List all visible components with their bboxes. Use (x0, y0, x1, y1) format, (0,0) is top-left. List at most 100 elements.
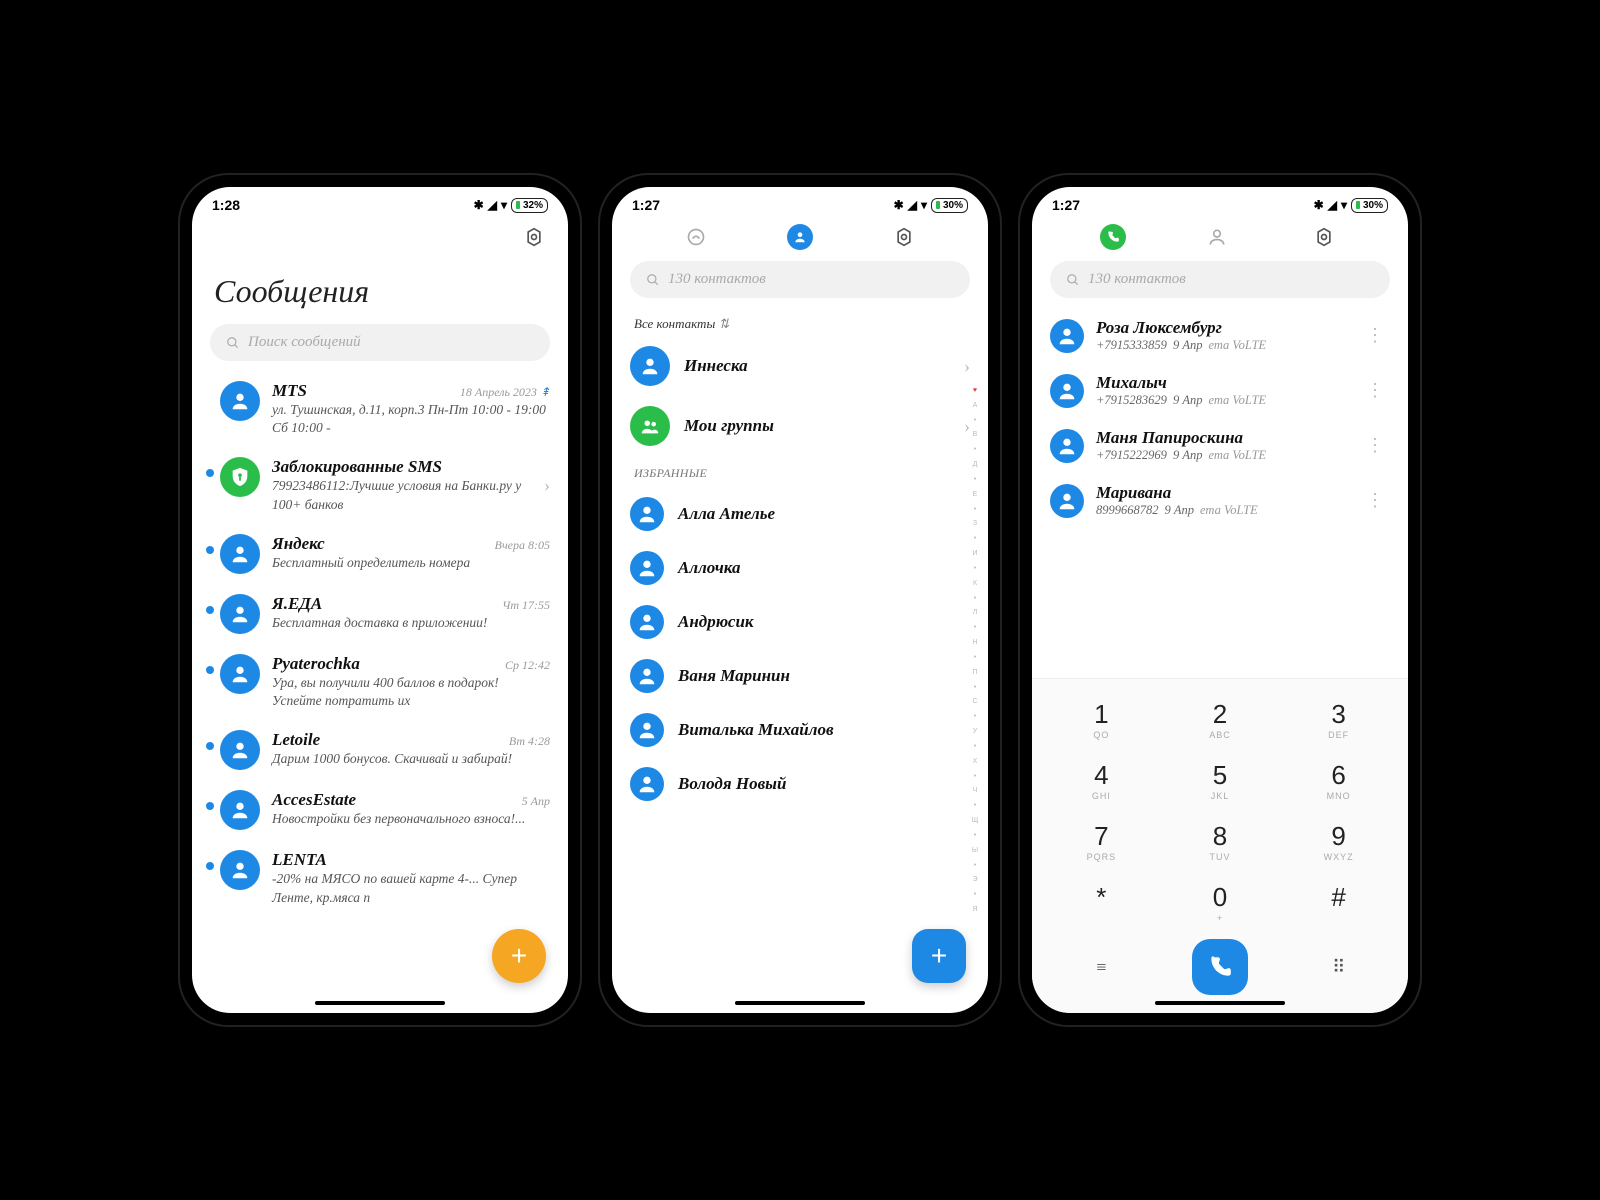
dial-key-6[interactable]: 6MNO (1279, 750, 1398, 811)
message-time: Вт 4:28 (509, 734, 550, 749)
avatar-icon (1050, 484, 1084, 518)
tab-bar (612, 217, 988, 257)
message-sender: Я.ЕДА (272, 594, 322, 614)
tab-contacts[interactable] (787, 224, 813, 250)
home-indicator[interactable] (1155, 1001, 1285, 1005)
status-bar: 1:28 ✱ ◢ ▾ 32% (192, 187, 568, 217)
message-row[interactable]: AccesEstate 5 АпрНовостройки без первонач… (220, 780, 550, 840)
avatar-icon (630, 406, 670, 446)
info-icon[interactable]: ⋮ (1360, 490, 1390, 511)
contact-row[interactable]: Аллочка (630, 541, 970, 595)
search-input[interactable]: 130 контактов (1050, 261, 1390, 298)
contact-name: Володя Новый (678, 774, 786, 794)
message-row[interactable]: Я.ЕДАЧт 17:55Бесплатная доставка в прило… (220, 584, 550, 644)
message-row[interactable]: MTS18 Апрель 2023 ⇞ул. Тушинская, д.11, … (220, 371, 550, 447)
call-row[interactable]: Михалыч+79152836299 Апрета VoLTE ⋮ (1050, 363, 1390, 418)
contact-row[interactable]: Алла Ателье (630, 487, 970, 541)
call-meta: +79152836299 Апрета VoLTE (1096, 393, 1348, 408)
call-meta: 89996687829 Апрета VoLTE (1096, 503, 1348, 518)
search-placeholder: 130 контактов (1088, 271, 1186, 288)
dial-key-8[interactable]: 8TUV (1161, 811, 1280, 872)
search-input[interactable]: 130 контактов (630, 261, 970, 298)
info-icon[interactable]: ⋮ (1360, 435, 1390, 456)
search-input[interactable]: Поиск сообщений (210, 324, 550, 361)
contact-name: Алла Ателье (678, 504, 775, 524)
dial-key-*[interactable]: * (1042, 872, 1161, 933)
contact-row[interactable]: Андрюсик (630, 595, 970, 649)
message-preview: ул. Тушинская, д.11, корп.3 Пн-Пт 10:00 … (272, 401, 550, 437)
phone-messages: 1:28 ✱ ◢ ▾ 32% Сообщения Поиск сообщений… (180, 175, 580, 1025)
contact-row[interactable]: Мои группы› (630, 396, 970, 456)
dial-key-4[interactable]: 4GHI (1042, 750, 1161, 811)
contact-name: Аллочка (678, 558, 740, 578)
call-button[interactable] (1192, 939, 1248, 995)
shield-icon (220, 457, 260, 497)
message-preview: Дарим 1000 бонусов. Скачивай и забирай! (272, 750, 550, 768)
battery-icon: 30% (931, 198, 968, 213)
chevron-right-icon: › (964, 356, 970, 377)
contact-row[interactable]: Иннеска › (630, 336, 970, 396)
contact-name: Виталька Михайлов (678, 720, 834, 740)
call-name: Михалыч (1096, 373, 1348, 393)
message-preview: Новостройки без первоначального взноса!.… (272, 810, 550, 828)
message-row[interactable]: PyaterochkaСр 12:42Ура, вы получили 400 … (220, 644, 550, 720)
contact-name: Иннеска (684, 356, 950, 376)
call-row[interactable]: Маня Папироскина+79152229699 Апрета VoLT… (1050, 418, 1390, 473)
call-name: Маривана (1096, 483, 1348, 503)
contact-name: Андрюсик (678, 612, 754, 632)
dial-key-1[interactable]: 1QO (1042, 689, 1161, 750)
dial-key-5[interactable]: 5JKL (1161, 750, 1280, 811)
message-sender: Letoile (272, 730, 320, 750)
status-icons: ✱ ◢ ▾ 32% (474, 198, 548, 213)
message-time: 5 Апр (522, 794, 550, 809)
dial-key-9[interactable]: 9WXYZ (1279, 811, 1398, 872)
contact-name: Мои группы (684, 416, 950, 436)
message-row[interactable]: Letoile Вт 4:28Дарим 1000 бонусов. Скачив… (220, 720, 550, 780)
avatar-icon (220, 850, 260, 890)
avatar-icon (1050, 429, 1084, 463)
dial-key-2[interactable]: 2ABC (1161, 689, 1280, 750)
status-icons: ✱◢▾ 30% (894, 198, 968, 213)
unread-indicator (206, 862, 214, 870)
dial-key-#[interactable]: # (1279, 872, 1398, 933)
message-row[interactable]: Заблокированные SMS79923486112:Лучшие ус… (220, 447, 550, 523)
wifi-icon: ▾ (501, 198, 507, 212)
message-row[interactable]: ЯндексВчера 8:05Бесплатный определитель … (220, 524, 550, 584)
home-indicator[interactable] (735, 1001, 865, 1005)
settings-icon[interactable] (518, 221, 550, 253)
message-sender: AccesEstate (272, 790, 356, 810)
tab-recent[interactable] (1100, 224, 1126, 250)
status-bar: 1:27 ✱◢▾ 30% (1032, 187, 1408, 217)
menu-icon[interactable]: ≡ (1042, 957, 1161, 978)
contacts-filter[interactable]: Все контакты ⇅ (630, 308, 970, 336)
settings-icon[interactable] (888, 221, 920, 253)
add-contact-button[interactable]: + (912, 929, 966, 983)
tab-recent[interactable] (680, 221, 712, 253)
contact-row[interactable]: Виталька Михайлов (630, 703, 970, 757)
dialpad-toggle-icon[interactable]: ⠿ (1279, 957, 1398, 978)
contacts-content: Все контакты ⇅ Иннеска›Мои группы› ИЗБРА… (612, 308, 988, 1013)
info-icon[interactable]: ⋮ (1360, 325, 1390, 346)
alphabet-index[interactable]: ♥А•В•Д•Е•З•И•К•Л•Н•П•С•У•Х•Ч•Щ•Ы•Э•Я (968, 387, 982, 913)
call-row[interactable]: Маривана89996687829 Апрета VoLTE ⋮ (1050, 473, 1390, 528)
settings-icon[interactable] (1308, 221, 1340, 253)
message-time: 18 Апрель 2023 ⇞ (460, 385, 550, 400)
info-icon[interactable]: ⋮ (1360, 380, 1390, 401)
recent-calls-list: Роза Люксембург+79153338599 Апрета VoLTE… (1032, 308, 1408, 678)
message-row[interactable]: LENTA-20% на МЯСО по вашей карте 4-... С… (220, 840, 550, 916)
contact-row[interactable]: Володя Новый (630, 757, 970, 811)
phone-dialer: 1:27 ✱◢▾ 30% 130 контактов (1020, 175, 1420, 1025)
avatar-icon (630, 497, 664, 531)
home-indicator[interactable] (315, 1001, 445, 1005)
messages-list: MTS18 Апрель 2023 ⇞ул. Тушинская, д.11, … (192, 371, 568, 1013)
tab-contacts[interactable] (1201, 221, 1233, 253)
avatar-icon (630, 767, 664, 801)
call-row[interactable]: Роза Люксембург+79153338599 Апрета VoLTE… (1050, 308, 1390, 363)
dial-key-0[interactable]: 0+ (1161, 872, 1280, 933)
dial-key-3[interactable]: 3DEF (1279, 689, 1398, 750)
contact-row[interactable]: Ваня Маринин (630, 649, 970, 703)
call-meta: +79153338599 Апрета VoLTE (1096, 338, 1348, 353)
page-title: Сообщения (192, 257, 568, 320)
compose-button[interactable]: + (492, 929, 546, 983)
dial-key-7[interactable]: 7PQRS (1042, 811, 1161, 872)
